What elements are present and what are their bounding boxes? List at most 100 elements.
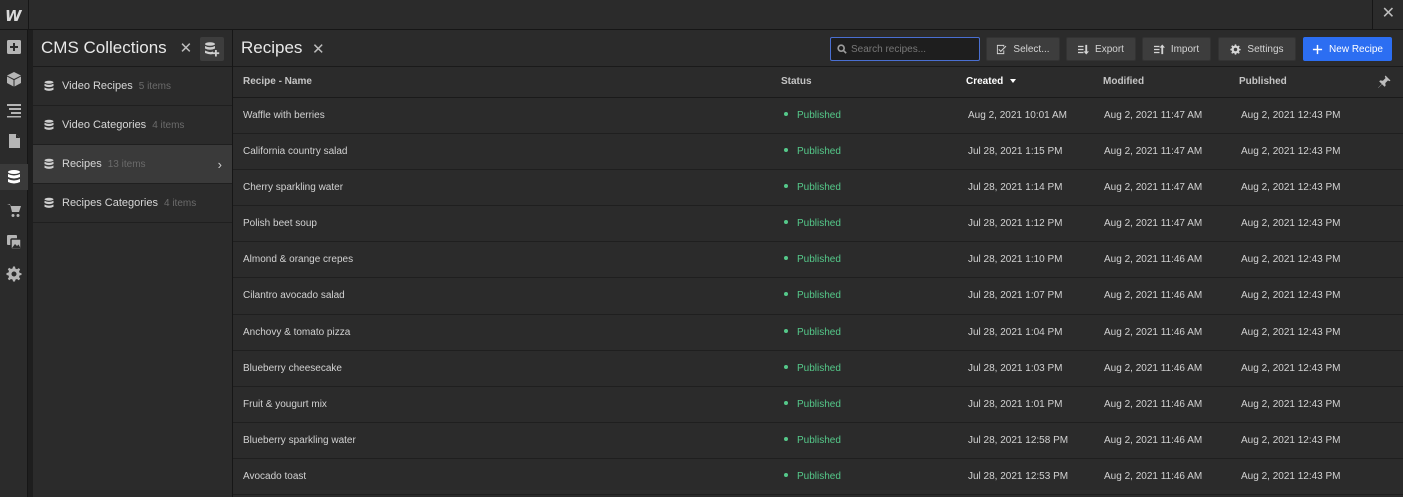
collection-item[interactable]: Recipes Categories 4 items bbox=[33, 184, 232, 223]
webflow-logo[interactable]: W bbox=[5, 7, 22, 25]
divider bbox=[28, 0, 29, 30]
database-icon bbox=[43, 80, 55, 92]
close-collections-button[interactable]: ✕ bbox=[180, 39, 193, 57]
search-input[interactable] bbox=[851, 43, 975, 55]
cell-status: Published bbox=[784, 435, 841, 446]
cart-icon[interactable] bbox=[0, 197, 28, 223]
add-icon[interactable] bbox=[0, 34, 28, 60]
table-row[interactable]: Fruit & yougurt mix Published Jul 28, 2021… bbox=[233, 387, 1403, 423]
top-bar: W ✕ bbox=[0, 0, 1403, 30]
status-label: Published bbox=[797, 182, 841, 194]
table-row[interactable]: Anchovy & tomato pizza Published Jul 28, 2… bbox=[233, 315, 1403, 351]
status-label: Published bbox=[797, 470, 841, 482]
table-row[interactable]: Cherry sparkling water Published Jul 28, 2… bbox=[233, 170, 1403, 207]
collection-list: Video Recipes 5 items Video Categories 4 it… bbox=[33, 67, 232, 223]
cell-modified: Aug 2, 2021 11:46 AM bbox=[1104, 362, 1203, 374]
cell-published: Aug 2, 2021 12:43 PM bbox=[1241, 218, 1341, 230]
export-button[interactable]: Export bbox=[1066, 37, 1136, 61]
search-box[interactable] bbox=[830, 37, 980, 61]
add-collection-button[interactable] bbox=[200, 37, 224, 61]
pin-icon[interactable] bbox=[1377, 75, 1391, 89]
database-icon bbox=[43, 158, 55, 170]
status-label: Published bbox=[797, 110, 841, 121]
close-panel-button[interactable]: ✕ bbox=[1382, 6, 1395, 22]
table-row[interactable]: Waffle with berries Published Aug 2, 2021 … bbox=[233, 98, 1403, 135]
collection-item[interactable]: Video Categories 4 items bbox=[33, 106, 232, 145]
cell-created: Aug 2, 2021 10:01 AM bbox=[968, 110, 1067, 121]
cell-status: Published bbox=[784, 399, 841, 410]
column-header-name[interactable]: Recipe - Name bbox=[243, 76, 312, 87]
cell-modified: Aug 2, 2021 11:47 AM bbox=[1104, 182, 1203, 194]
column-header-created[interactable]: Created bbox=[966, 76, 1017, 87]
status-label: Published bbox=[797, 254, 841, 266]
collection-count: 13 items bbox=[107, 158, 146, 170]
collection-item[interactable]: Video Recipes 5 items bbox=[33, 67, 232, 106]
status-dot-icon bbox=[784, 220, 788, 225]
table-row[interactable]: California country salad Published Jul 28,… bbox=[233, 134, 1403, 171]
cell-published: Aug 2, 2021 12:43 PM bbox=[1241, 326, 1341, 338]
cell-published: Aug 2, 2021 12:43 PM bbox=[1241, 434, 1341, 446]
cell-status: Published bbox=[784, 290, 841, 301]
box-icon[interactable] bbox=[0, 66, 28, 92]
import-button[interactable]: Import bbox=[1142, 37, 1211, 61]
cell-name: Polish beet soup bbox=[243, 218, 317, 230]
cell-modified: Aug 2, 2021 11:47 AM bbox=[1104, 110, 1203, 121]
cell-created: Jul 28, 2021 1:01 PM bbox=[968, 398, 1063, 410]
settings-button[interactable]: Settings bbox=[1218, 37, 1296, 61]
gear-icon bbox=[1230, 43, 1242, 55]
status-label: Published bbox=[797, 434, 841, 446]
cell-published: Aug 2, 2021 12:43 PM bbox=[1241, 290, 1341, 302]
status-dot-icon bbox=[784, 148, 788, 153]
sort-desc-icon bbox=[1010, 79, 1017, 83]
collection-name: Video Categories bbox=[62, 119, 147, 131]
collection-item[interactable]: Recipes 13 items › bbox=[33, 145, 232, 184]
cell-name: Blueberry cheesecake bbox=[243, 362, 342, 374]
collections-title: CMS Collections bbox=[41, 38, 167, 57]
cell-modified: Aug 2, 2021 11:46 AM bbox=[1104, 434, 1203, 446]
export-button-label: Export bbox=[1095, 43, 1124, 55]
collection-count: 5 items bbox=[138, 80, 171, 92]
assets-icon[interactable] bbox=[0, 229, 28, 255]
import-icon bbox=[1153, 43, 1165, 54]
table-row[interactable]: Cilantro avocado salad Published Jul 28, 2… bbox=[233, 278, 1403, 315]
table-row[interactable]: Avocado toast Published Jul 28, 2021 12:53… bbox=[233, 459, 1403, 496]
table-row[interactable]: Polish beet soup Published Jul 28, 2021 1:… bbox=[233, 206, 1403, 243]
cell-created: Jul 28, 2021 1:10 PM bbox=[968, 254, 1063, 266]
table-row[interactable]: Almond & orange crepes Published Jul 28, 2… bbox=[233, 242, 1403, 279]
cell-published: Aug 2, 2021 12:43 PM bbox=[1241, 470, 1341, 482]
cell-modified: Aug 2, 2021 11:46 AM bbox=[1104, 470, 1203, 482]
status-dot-icon bbox=[784, 112, 788, 116]
collection-name: Video Recipes bbox=[62, 80, 133, 92]
status-label: Published bbox=[797, 326, 841, 338]
table-row[interactable]: Blueberry sparkling water Published Jul 28… bbox=[233, 423, 1403, 459]
cell-name: Avocado toast bbox=[243, 470, 307, 482]
column-header-status[interactable]: Status bbox=[781, 76, 812, 87]
status-label: Published bbox=[797, 362, 841, 374]
plus-icon bbox=[1312, 44, 1323, 54]
cell-name: Fruit & yougurt mix bbox=[243, 398, 327, 410]
navigator-icon[interactable] bbox=[0, 97, 28, 123]
database-icon bbox=[43, 197, 55, 209]
close-collection-button[interactable]: ✕ bbox=[312, 40, 325, 58]
select-button-label: Select... bbox=[1013, 43, 1050, 55]
column-header-modified[interactable]: Modified bbox=[1103, 76, 1144, 87]
cell-published: Aug 2, 2021 12:43 PM bbox=[1241, 182, 1341, 194]
status-dot-icon bbox=[784, 364, 788, 369]
collection-name: Recipes Categories bbox=[62, 197, 158, 209]
column-header-published[interactable]: Published bbox=[1239, 76, 1287, 87]
new-recipe-button[interactable]: New Recipe bbox=[1303, 37, 1392, 61]
cell-created: Jul 28, 2021 1:15 PM bbox=[968, 146, 1063, 158]
search-icon bbox=[837, 44, 847, 54]
table-row[interactable]: Blueberry cheesecake Published Jul 28, 202… bbox=[233, 351, 1403, 387]
cell-created: Jul 28, 2021 12:58 PM bbox=[968, 434, 1069, 446]
page-icon[interactable] bbox=[0, 128, 28, 154]
gear-icon[interactable] bbox=[0, 261, 28, 287]
cell-modified: Aug 2, 2021 11:46 AM bbox=[1104, 398, 1203, 410]
database-icon[interactable] bbox=[0, 164, 28, 190]
cell-published: Aug 2, 2021 12:43 PM bbox=[1241, 110, 1341, 121]
cell-modified: Aug 2, 2021 11:46 AM bbox=[1104, 326, 1203, 338]
recipes-collection-view: Recipes ✕ Select... Export Import Settin… bbox=[233, 30, 1403, 497]
import-button-label: Import bbox=[1170, 43, 1200, 55]
select-button[interactable]: Select... bbox=[986, 37, 1060, 61]
page-title: Recipes bbox=[241, 38, 303, 57]
